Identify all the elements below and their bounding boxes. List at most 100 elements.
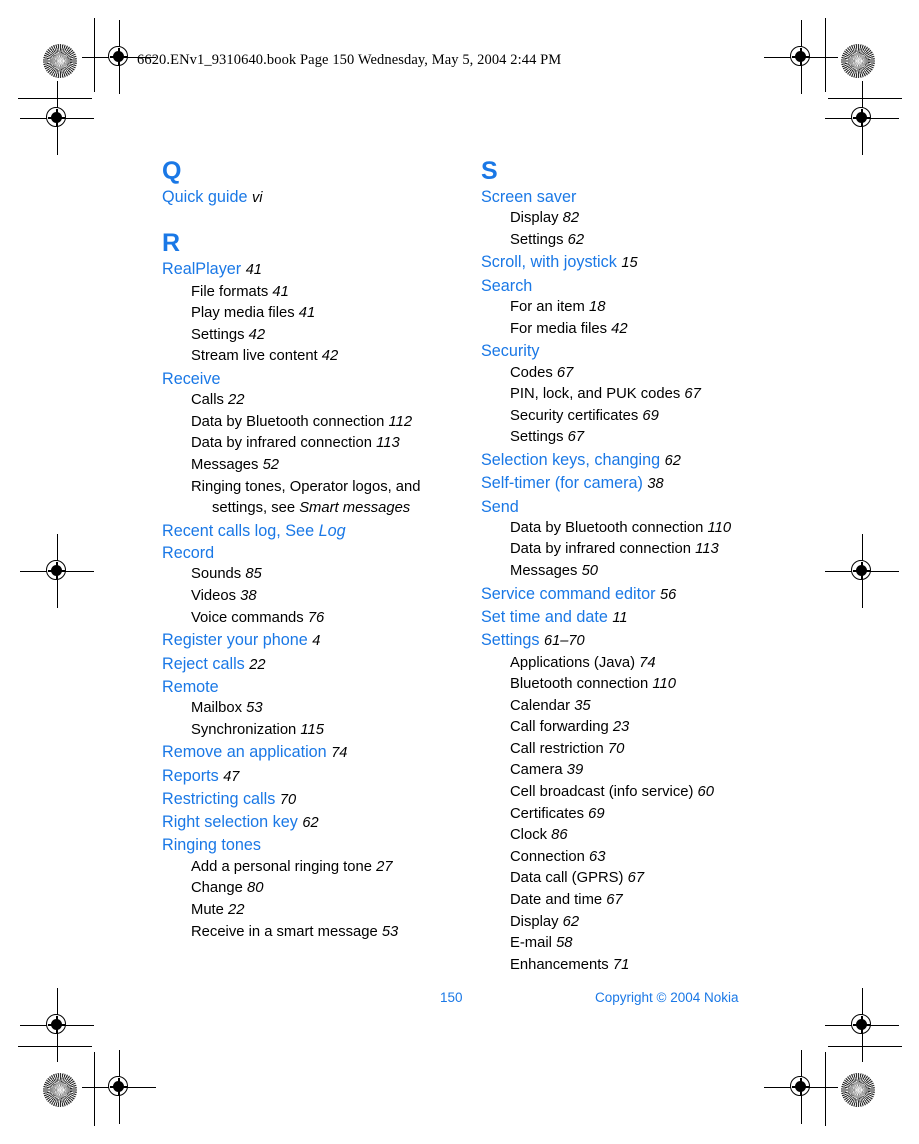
index-subentry-label: Data call (GPRS): [510, 870, 624, 887]
index-entry[interactable]: Reject calls 22: [162, 653, 444, 676]
index-entry[interactable]: Set time and date 11: [481, 606, 762, 629]
index-subentry[interactable]: Display 62: [481, 912, 762, 934]
index-subentry[interactable]: Call restriction 70: [481, 739, 762, 761]
index-subentry-label: Messages: [191, 457, 259, 474]
index-subentry[interactable]: Applications (Java) 74: [481, 653, 762, 675]
index-subentry-cross-reference: Smart messages: [299, 500, 411, 517]
index-subentry[interactable]: Mailbox 53: [162, 698, 444, 720]
index-entry[interactable]: RealPlayer 41: [162, 258, 444, 281]
index-entry-label: Search: [481, 276, 533, 295]
index-subentry[interactable]: Display 82: [481, 208, 762, 230]
index-subentry[interactable]: Data call (GPRS) 67: [481, 868, 762, 890]
index-entry[interactable]: Scroll, with joystick 15: [481, 251, 762, 274]
index-subentry[interactable]: Call forwarding 23: [481, 717, 762, 739]
index-subentry[interactable]: Sounds 85: [162, 564, 444, 586]
index-entry[interactable]: Receive: [162, 368, 444, 390]
index-subentry-page-number: 70: [607, 740, 625, 757]
index-entry-label: Security: [481, 342, 540, 361]
index-subentry-page-number: 67: [567, 429, 585, 446]
index-subentry[interactable]: Settings 62: [481, 230, 762, 252]
index-entry[interactable]: Ringing tones: [162, 834, 444, 856]
rosette-mark-bottom-left: [43, 1073, 77, 1107]
index-subentry-page-number: 58: [556, 935, 573, 952]
index-subentry-page-number: 42: [248, 326, 266, 343]
index-subentry[interactable]: E-mail 58: [481, 933, 762, 955]
index-subentry[interactable]: Settings 42: [162, 325, 444, 347]
index-subentry[interactable]: Codes 67: [481, 363, 762, 385]
index-subentry[interactable]: Receive in a smart message 53: [162, 922, 444, 944]
index-subentry-label: PIN, lock, and PUK codes: [510, 386, 681, 403]
index-entry[interactable]: Register your phone 4: [162, 629, 444, 652]
index-subentry[interactable]: Calendar 35: [481, 696, 762, 718]
index-entry-label: Remove an application: [162, 743, 327, 762]
index-subentry[interactable]: Cell broadcast (info service) 60: [481, 782, 762, 804]
index-subentry[interactable]: Certificates 69: [481, 804, 762, 826]
index-entry-label: RealPlayer: [162, 260, 242, 279]
index-subentry[interactable]: Play media files 41: [162, 303, 444, 325]
index-subentry[interactable]: Connection 63: [481, 847, 762, 869]
index-subentry[interactable]: File formats 41: [162, 282, 444, 304]
crop-line-right-top-horizontal: [828, 98, 902, 100]
index-subentry[interactable]: Voice commands 76: [162, 608, 444, 630]
index-subentry[interactable]: Data by infrared connection 113: [481, 539, 762, 561]
index-entry[interactable]: Restricting calls 70: [162, 788, 444, 811]
registration-mark-left-upper: [20, 81, 94, 155]
index-subentry[interactable]: Data by Bluetooth connection 110: [481, 518, 762, 540]
index-subentry-label: Mailbox: [191, 700, 242, 717]
index-subentry-page-number: 110: [707, 519, 732, 536]
index-subentry[interactable]: For media files 42: [481, 319, 762, 341]
index-entry[interactable]: Record: [162, 542, 444, 564]
index-subentry[interactable]: For an item 18: [481, 297, 762, 319]
index-subentry-label: Cell broadcast (info service): [510, 784, 694, 801]
index-entry-label: Selection keys, changing: [481, 450, 661, 469]
index-entry[interactable]: Search: [481, 275, 762, 297]
index-subentry[interactable]: Clock 86: [481, 825, 762, 847]
index-subentry[interactable]: Security certificates 69: [481, 406, 762, 428]
index-right-column: S Screen saver Display 82 Settings 62 Scroll…: [481, 158, 762, 976]
index-entry-label: Remote: [162, 677, 219, 696]
index-entry[interactable]: Service command editor 56: [481, 583, 762, 606]
index-subentry[interactable]: Mute 22: [162, 900, 444, 922]
index-subentry-page-number: 52: [262, 457, 280, 474]
index-subentry-label: File formats: [191, 283, 269, 300]
index-subentry[interactable]: Stream live content 42: [162, 346, 444, 368]
index-entry[interactable]: Screen saver: [481, 186, 762, 208]
index-subentry[interactable]: Videos 38: [162, 586, 444, 608]
index-subentry[interactable]: PIN, lock, and PUK codes 67: [481, 384, 762, 406]
index-entry[interactable]: Quick guide vi: [162, 186, 444, 209]
index-entry-label: Recent calls log, See: [162, 521, 319, 540]
index-subentry[interactable]: Data by Bluetooth connection 112: [162, 412, 444, 434]
index-entry-page-number: 41: [245, 262, 262, 279]
index-left-column: Q Quick guide vi R RealPlayer 41 File format…: [162, 158, 444, 976]
crop-line-left-top-horizontal: [18, 98, 92, 100]
index-subentry-label: For media files: [510, 320, 608, 337]
index-subentry[interactable]: Date and time 67: [481, 890, 762, 912]
index-subentry-page-number: 63: [588, 848, 606, 865]
index-subentry[interactable]: Settings 67: [481, 427, 762, 449]
index-entry-label: Settings: [481, 631, 540, 650]
index-entry[interactable]: Remote: [162, 676, 444, 698]
index-entry[interactable]: Self-timer (for camera) 38: [481, 472, 762, 495]
index-entry[interactable]: Reports 47: [162, 765, 444, 788]
index-subentry[interactable]: Enhancements 71: [481, 955, 762, 977]
registration-mark-left-middle: [20, 534, 94, 608]
index-subentry-page-number: 69: [642, 407, 659, 424]
index-subentry[interactable]: Change 80: [162, 878, 444, 900]
index-entry[interactable]: Send: [481, 496, 762, 518]
index-subentry[interactable]: Calls 22: [162, 390, 444, 412]
index-subentry[interactable]: Ringing tones, Operator logos, and setti…: [162, 477, 444, 520]
index-subentry[interactable]: Bluetooth connection 110: [481, 674, 762, 696]
index-subentry[interactable]: Add a personal ringing tone 27: [162, 857, 444, 879]
index-entry[interactable]: Selection keys, changing 62: [481, 449, 762, 472]
index-subentry[interactable]: Camera 39: [481, 760, 762, 782]
index-entry[interactable]: Remove an application 74: [162, 741, 444, 764]
index-entry[interactable]: Recent calls log, See Log: [162, 520, 444, 542]
index-subentry[interactable]: Data by infrared connection 113: [162, 433, 444, 455]
index-entry[interactable]: Right selection key 62: [162, 811, 444, 834]
index-subentry[interactable]: Messages 50: [481, 561, 762, 583]
index-subentry[interactable]: Synchronization 115: [162, 720, 444, 742]
index-subentry[interactable]: Messages 52: [162, 455, 444, 477]
index-entry[interactable]: Settings 61–70: [481, 629, 762, 652]
index-entry[interactable]: Security: [481, 340, 762, 362]
index-subentry-label: Mute: [191, 901, 224, 918]
